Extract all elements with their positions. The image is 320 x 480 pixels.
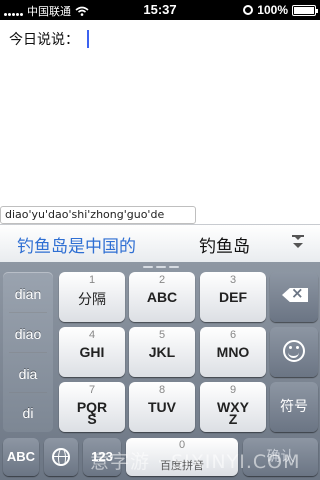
chevron-double-down-icon[interactable] [290, 235, 306, 253]
pinyin-composition: diao'yu'dao'shi'zhong'guo'de [0, 206, 196, 224]
key-label: DEF [219, 289, 247, 305]
key-number: 3 [229, 274, 237, 286]
text-caret [87, 30, 89, 48]
rotation-lock-icon [243, 5, 254, 15]
key-8-tuv[interactable]: 8 TUV [129, 382, 195, 432]
divider [9, 352, 47, 353]
candidate-1[interactable]: 钓鱼岛是中国的 [17, 232, 136, 257]
carrier-name: 中国联通 [27, 5, 71, 18]
pinyin-choice[interactable]: di [3, 405, 53, 421]
candidate-bar: 钓鱼岛是中国的 钓鱼岛 [0, 224, 320, 262]
emoji-button[interactable] [270, 327, 318, 377]
text-editor[interactable]: 今日说说： [0, 20, 320, 206]
key-label-line2: S [87, 411, 97, 427]
keyboard-drag-handle[interactable] [143, 266, 179, 270]
pinyin-choice[interactable]: dia [3, 366, 53, 382]
key-number: 5 [158, 329, 166, 341]
key-1-separator[interactable]: 1 分隔 [59, 272, 125, 322]
space-button[interactable]: 0 百度拼音 [126, 438, 238, 476]
key-label: GHI [79, 344, 105, 360]
wifi-icon [75, 6, 89, 16]
confirm-button[interactable]: 确认 [243, 438, 318, 476]
key-label-line2: Z [228, 411, 238, 427]
key-label: TUV [148, 399, 176, 415]
keyboard: dian diao dia di 1 分隔 2 ABC 3 DEF 4 GHI … [0, 262, 320, 480]
editor-text: 今日说说： [9, 32, 79, 48]
key-label: JKL [148, 344, 176, 360]
key-number: 9 [229, 384, 237, 396]
key-number: 0 [178, 439, 186, 451]
abc-switch-button[interactable]: ABC [3, 438, 39, 476]
key-number: 4 [88, 329, 96, 341]
signal-dots-icon [4, 6, 23, 16]
status-bar: 中国联通 15:37 100% [0, 0, 320, 20]
number-switch-button[interactable]: 123 [83, 438, 121, 476]
editor-content[interactable]: 今日说说： [9, 29, 89, 49]
key-6-mno[interactable]: 6 MNO [200, 327, 266, 377]
key-number: 6 [229, 329, 237, 341]
key-9-wxyz[interactable]: 9 WXY Z [200, 382, 266, 432]
key-4-ghi[interactable]: 4 GHI [59, 327, 125, 377]
key-number: 8 [158, 384, 166, 396]
key-7-pqrs[interactable]: 7 PQR S [59, 382, 125, 432]
symbol-button[interactable]: 符号 [270, 382, 318, 432]
backspace-icon [282, 288, 308, 302]
divider [9, 312, 47, 313]
globe-button[interactable] [44, 438, 78, 476]
status-right: 100% [243, 3, 318, 17]
space-label: 百度拼音 [160, 459, 204, 472]
globe-icon [52, 448, 70, 466]
key-number: 1 [88, 274, 96, 286]
key-2-abc[interactable]: 2 ABC [129, 272, 195, 322]
backspace-button[interactable] [270, 272, 318, 322]
pinyin-choice-list[interactable]: dian diao dia di [3, 272, 53, 432]
smiley-icon [283, 340, 305, 362]
key-3-def[interactable]: 3 DEF [200, 272, 266, 322]
pinyin-choice[interactable]: diao [3, 326, 53, 342]
status-left: 中国联通 [4, 3, 89, 19]
key-5-jkl[interactable]: 5 JKL [129, 327, 195, 377]
pinyin-choice[interactable]: dian [3, 286, 53, 302]
battery-percent: 100% [257, 3, 288, 17]
key-number: 2 [158, 274, 166, 286]
key-label: MNO [216, 344, 250, 360]
battery-icon [292, 4, 318, 16]
key-label: ABC [146, 289, 178, 305]
divider [9, 392, 47, 393]
key-label: 分隔 [78, 292, 106, 308]
key-number: 7 [88, 384, 96, 396]
candidate-2[interactable]: 钓鱼岛 [199, 232, 250, 257]
